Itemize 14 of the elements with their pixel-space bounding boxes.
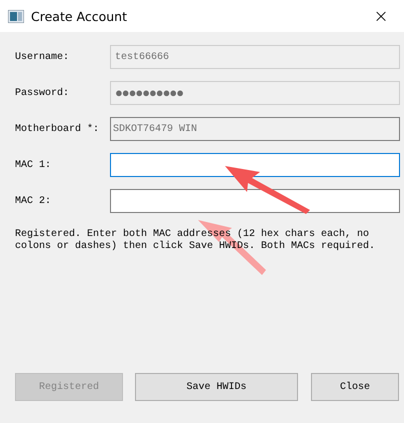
field-label: Motherboard *: [15, 124, 100, 134]
field-label: MAC 2: [15, 196, 52, 206]
field-label: MAC 1: [15, 160, 52, 170]
window-title: Create Account [31, 8, 127, 24]
field-label: Username: [15, 52, 70, 62]
input-field[interactable] [110, 153, 400, 177]
close-dialog-button[interactable]: Close [311, 373, 399, 401]
field-label: Password: [15, 88, 70, 98]
input-field[interactable]: SDKOT76479 WIN [110, 117, 400, 141]
app-icon [8, 10, 24, 22]
status-message: Registered. Enter both MAC addresses (12 hex chars each, no colons or dashes) then click Save HWIDs. Both MACs required. [15, 229, 376, 253]
input-field[interactable] [110, 189, 400, 213]
save-button[interactable]: Save HWIDs [135, 373, 298, 401]
close-button[interactable]: × [358, 0, 404, 32]
